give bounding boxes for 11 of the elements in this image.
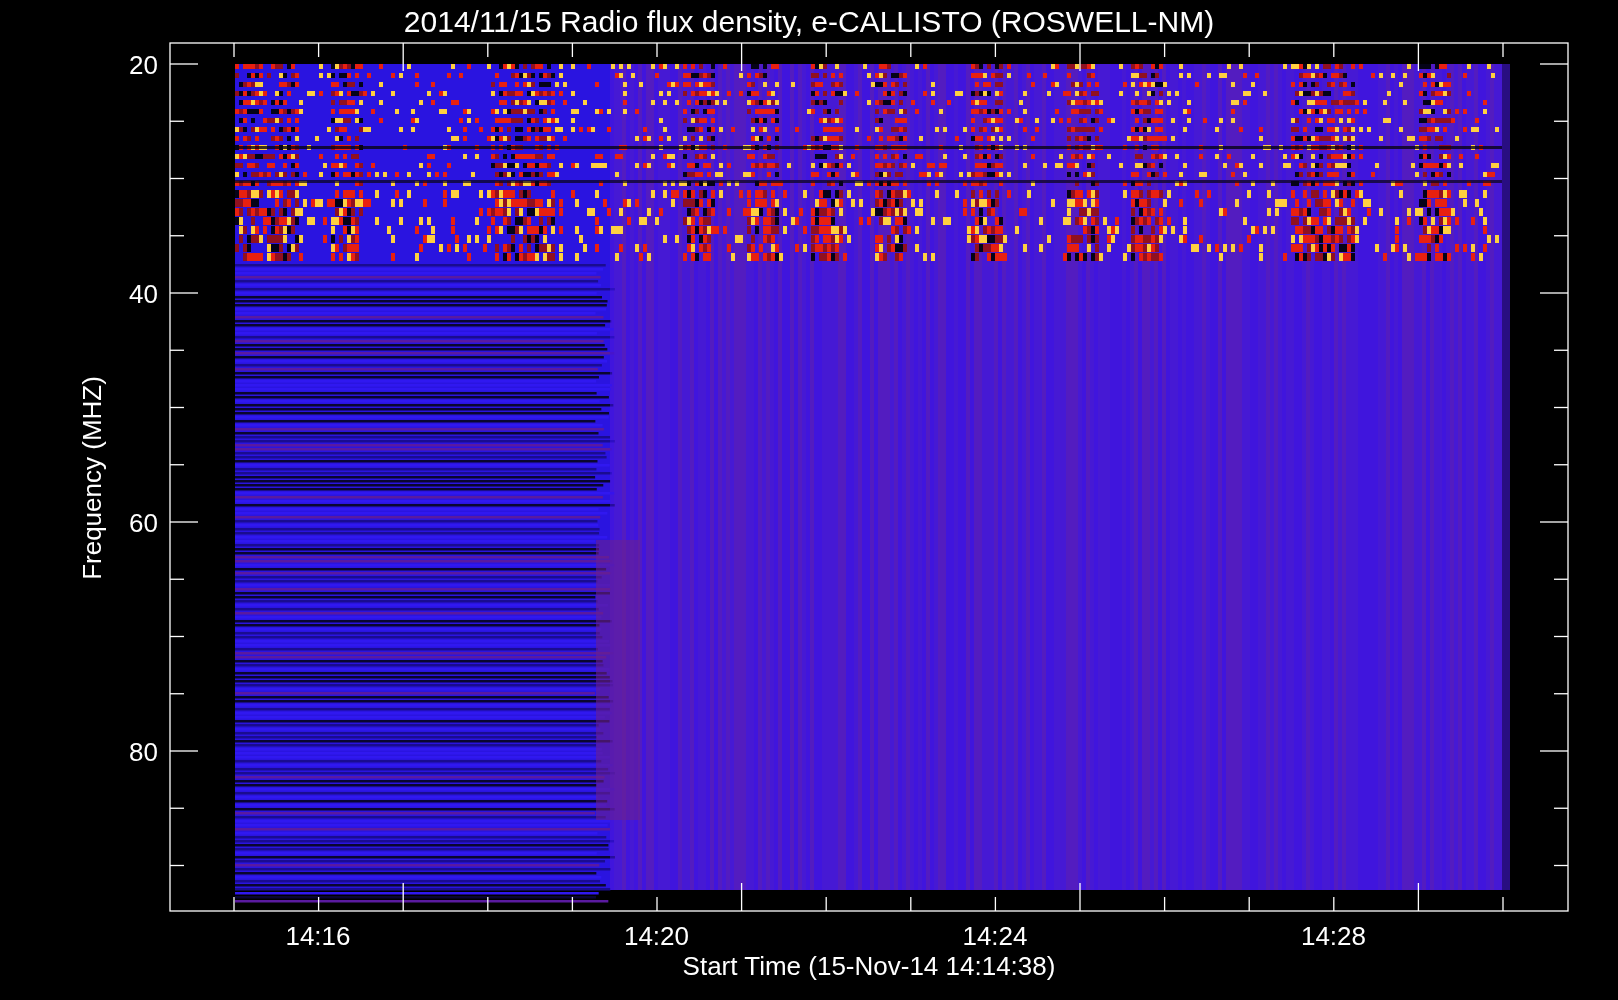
x-tick-label: 14:28 [1300,921,1367,951]
x-axis-title: Start Time (15-Nov-14 14:14:38) [682,951,1056,981]
y-tick-label: 40 [129,279,158,309]
y-tick-label: 20 [129,50,158,80]
y-tick-label: 60 [129,508,158,538]
x-tick-label: 14:16 [285,921,351,951]
x-tick-label: 14:20 [623,921,690,951]
chart-title: 2014/11/15 Radio flux density, e-CALLISTO (ROSWELL-NM) [403,5,1215,38]
y-tick-label: 80 [129,737,158,767]
y-axis-title: Frequency (MHZ) [77,376,107,580]
x-tick-label: 14:24 [962,921,1028,951]
